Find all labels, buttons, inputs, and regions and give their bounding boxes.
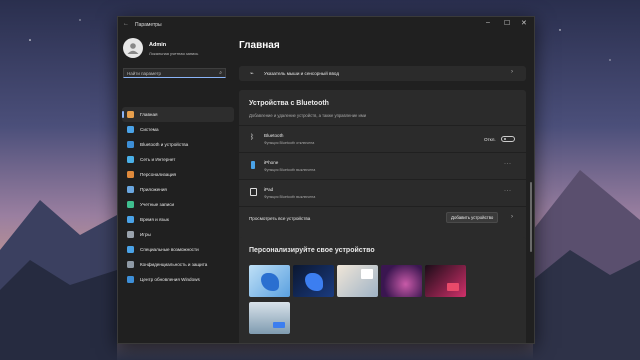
sidebar-item-5[interactable]: Приложения [122,182,234,197]
sidebar-item-8[interactable]: Игры [122,227,234,242]
toggle-state-label: Откл. [484,137,496,142]
accounts-icon [127,201,134,208]
phone-icon [251,161,255,169]
user-name: Admin [149,42,167,48]
network-icon [127,156,134,163]
sidebar-item-3[interactable]: Сеть и Интернет [122,152,234,167]
sidebar-item-1[interactable]: Система [122,122,234,137]
sidebar-item-9[interactable]: Специальные возможности [122,242,234,257]
search-placeholder: Найти параметр [127,71,162,76]
close-button[interactable]: ✕ [521,19,527,27]
time-language-icon [127,216,134,223]
sidebar-item-0[interactable]: Главная [122,107,234,122]
sidebar-item-7[interactable]: Время и язык [122,212,234,227]
avatar[interactable] [123,38,143,58]
scrollbar[interactable] [530,182,532,252]
sidebar-item-label: Персонализация [140,172,176,177]
device-row-ipad[interactable]: iPad Функция Bluetooth выключена ··· [239,180,526,206]
bluetooth-devices-icon [127,141,134,148]
mouse-row-label: Указатель мыши и сенсорный ввод [264,71,340,76]
maximize-button[interactable]: ☐ [504,19,510,27]
sidebar-item-2[interactable]: Bluetooth и устройства [122,137,234,152]
sidebar-item-label: Сеть и Интернет [140,157,176,162]
page-title: Главная [239,40,280,51]
tablet-icon [250,188,257,196]
sidebar-item-label: Центр обновления Windows [140,277,200,282]
window-title: Параметры [135,22,162,28]
bluetooth-card: Устройства с Bluetooth Добавление и удал… [239,90,526,245]
apps-icon [127,186,134,193]
sidebar-item-6[interactable]: Учетные записи [122,197,234,212]
sidebar-item-label: Специальные возможности [140,247,199,252]
update-icon [127,276,134,283]
personalize-title: Персонализируйте свое устройство [249,247,375,254]
device-status: Функция Bluetooth выключена [264,195,316,199]
search-icon: ⌕ [219,70,222,76]
add-device-button[interactable]: Добавить устройство [446,212,499,223]
mouse-pointer-row[interactable]: ⌁ Указатель мыши и сенсорный ввод › [239,66,526,81]
sidebar-item-label: Bluetooth и устройства [140,142,189,147]
system-icon [127,126,134,133]
device-name: Bluetooth [264,133,284,138]
view-all-devices-row[interactable]: Просмотреть все устройства Добавить устр… [239,207,526,229]
user-role: Локальная учетная запись [149,51,199,56]
shield-icon [127,261,134,268]
theme-captured-motion[interactable] [381,265,422,297]
chevron-right-icon: › [511,214,513,220]
sidebar-item-label: Конфиденциальность и защита [140,262,208,267]
user-icon [127,43,139,54]
home-icon [127,111,134,118]
personalize-card: Персонализируйте свое устройство [239,237,526,343]
title-bar: ← Параметры – ☐ ✕ [118,17,534,32]
sidebar-item-label: Время и язык [140,217,169,222]
minimize-button[interactable]: – [486,19,490,26]
accessibility-icon [127,246,134,253]
sidebar: Admin Локальная учетная запись Найти пар… [118,32,238,343]
sidebar-item-11[interactable]: Центр обновления Windows [122,272,234,287]
bluetooth-icon: ᛒ [250,134,255,141]
device-name: iPhone [264,160,279,165]
more-options-button[interactable]: ··· [504,188,512,194]
bluetooth-card-title: Устройства с Bluetooth [249,100,329,107]
chevron-right-icon: › [511,69,513,75]
theme-glow-fabric[interactable] [337,265,378,297]
sidebar-item-label: Учетные записи [140,202,175,207]
sidebar-item-label: Приложения [140,187,167,192]
theme-bloom-light[interactable] [249,265,290,297]
main-content: Главная ⌁ Указатель мыши и сенсорный вво… [239,32,534,343]
sidebar-item-10[interactable]: Конфиденциальность и защита [122,257,234,272]
bluetooth-toggle[interactable] [501,136,515,142]
device-name: iPad [264,187,274,192]
view-all-devices-link[interactable]: Просмотреть все устройства [249,216,310,221]
bluetooth-card-subtitle: Добавление и удаление устройств, а также… [249,113,367,118]
theme-flow[interactable] [425,265,466,297]
settings-window: ← Параметры – ☐ ✕ Admin Локальная учетна… [117,16,535,344]
sidebar-item-4[interactable]: Персонализация [122,167,234,182]
gaming-icon [127,231,134,238]
sidebar-nav: Главная Система Bluetooth и устройства Сеть… [122,107,234,287]
search-input[interactable]: Найти параметр ⌕ [123,68,226,78]
bluetooth-toggle-row[interactable]: ᛒ Bluetooth Функция Bluetooth отключена … [239,126,526,152]
device-row-iphone[interactable]: iPhone Функция Bluetooth выключена ··· [239,153,526,179]
back-arrow-icon[interactable]: ← [123,21,129,27]
more-options-button[interactable]: ··· [504,161,512,167]
sidebar-item-label: Игры [140,232,151,237]
pointer-icon: ⌁ [250,71,254,77]
theme-sunrise[interactable] [249,302,290,334]
device-status: Функция Bluetooth отключена [264,141,315,145]
theme-bloom-dark[interactable] [293,265,334,297]
sidebar-item-label: Главная [140,112,158,117]
device-status: Функция Bluetooth выключена [264,168,316,172]
brush-icon [127,171,134,178]
sidebar-item-label: Система [140,127,159,132]
